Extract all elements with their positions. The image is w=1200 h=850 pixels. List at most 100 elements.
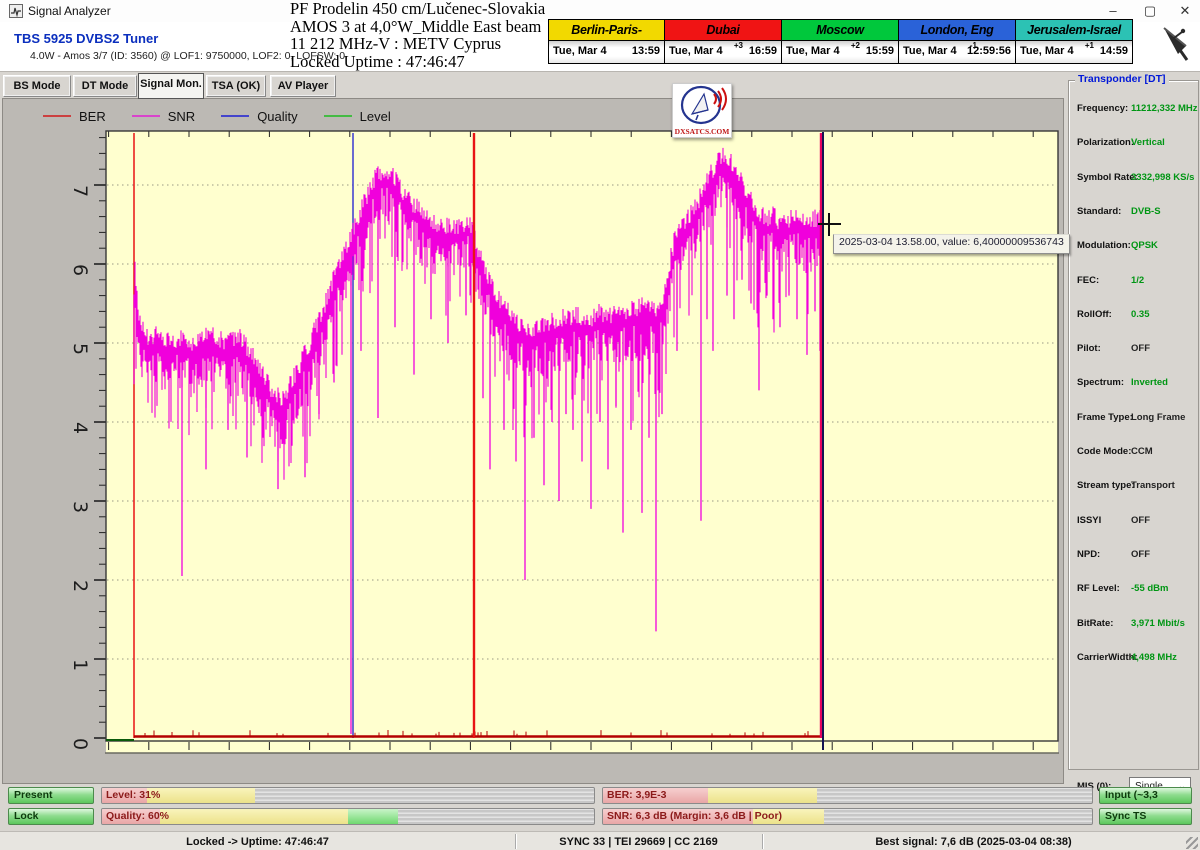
y-tick-label-7: 7 (69, 185, 91, 197)
resize-grip[interactable] (1186, 837, 1198, 849)
tp-value-6: 0.35 (1131, 309, 1150, 320)
clock-city: Dubai (665, 20, 781, 41)
tp-value-13: OFF (1131, 549, 1150, 560)
clock-2: Dubai Tue, Mar 4 +3 16:59 (665, 19, 782, 64)
status-divider (762, 834, 763, 849)
status-divider (515, 834, 516, 849)
clock-time: 14:59 (1100, 45, 1128, 57)
clock-time: 15:59 (866, 45, 894, 57)
present-indicator: Present (8, 787, 94, 804)
transponder-panel-title: Transponder [DT] (1075, 73, 1169, 85)
y-tick-label-2: 2 (69, 580, 91, 592)
tp-label-16: CarrierWidth: (1077, 652, 1138, 663)
tp-label-8: Spectrum: (1077, 377, 1124, 388)
clock-city: London, Eng (899, 20, 1015, 41)
tp-label-11: Stream type: (1077, 480, 1135, 491)
clock-time-row: Tue, Mar 4 +2 15:59 (782, 41, 898, 63)
clock-city: Berlin-Paris-Lučenec (549, 20, 664, 41)
tp-label-0: Frequency: (1077, 103, 1128, 114)
clock-date: Tue, Mar 4 (1020, 45, 1074, 57)
tp-value-10: CCM (1131, 446, 1153, 457)
tp-value-11: Transport (1131, 480, 1175, 491)
chart-panel: BERSNRQualityLevel 01234567 2025-03-04 1… (2, 98, 1064, 784)
snr-gauge-label: SNR: 6,3 dB (Margin: 3,6 dB | Poor) (607, 810, 782, 822)
tp-value-1: Vertical (1131, 137, 1165, 148)
tp-value-15: 3,971 Mbit/s (1131, 618, 1185, 629)
tp-value-2: 3332,998 KS/s (1131, 172, 1194, 183)
tab-dt-mode[interactable]: DT Mode (73, 75, 137, 97)
y-tick-label-0: 0 (69, 738, 91, 750)
tp-label-5: FEC: (1077, 275, 1099, 286)
satellite-dish-icon (1160, 24, 1194, 62)
tab-av-player[interactable]: AV Player (270, 75, 336, 97)
tp-value-7: OFF (1131, 343, 1150, 354)
app-icon (9, 4, 23, 18)
tp-label-3: Standard: (1077, 206, 1121, 217)
transponder-panel: Transponder [DT] Frequency:11212,332 MHz… (1068, 80, 1199, 770)
level-gauge: Level: 31% (101, 787, 595, 804)
tab-tsa-ok[interactable]: TSA (OK) (206, 75, 266, 97)
clock-time-row: Tue, Mar 413:59 (549, 41, 664, 63)
tp-value-0: 11212,332 MHz (1131, 103, 1198, 114)
y-tick-label-5: 5 (69, 343, 91, 355)
tuner-name: TBS 5925 DVBS2 Tuner (14, 31, 158, 46)
clock-city: Jerusalem-Israel (1016, 20, 1132, 41)
y-tick-label-1: 1 (69, 659, 91, 671)
world-clocks: Berlin-Paris-LučenecTue, Mar 413:59Dubai… (548, 19, 1133, 66)
status-bar: Locked -> Uptime: 47:46:47 SYNC 33 | TEI… (0, 831, 1200, 850)
tp-value-12: OFF (1131, 515, 1150, 526)
tp-value-4: QPSK (1131, 240, 1158, 251)
snr-gauge: SNR: 6,3 dB (Margin: 3,6 dB | Poor) (602, 808, 1093, 825)
tp-label-6: RollOff: (1077, 309, 1112, 320)
site-line-4: Locked Uptime : 47:46:47 (290, 53, 545, 71)
status-sync-counters: SYNC 33 | TEI 29669 | CC 2169 (515, 832, 762, 850)
clock-time-row: Tue, Mar 4 +3 16:59 (665, 41, 781, 63)
quality-gauge-fill (160, 809, 348, 824)
header-area: Signal Analyzer – ▢ ✕ TBS 5925 DVBS2 Tun… (0, 0, 1200, 72)
tab-signal-mon[interactable]: Signal Mon. (138, 73, 204, 99)
clock-4: London, EngTue, Mar 4-112:59:56 (899, 19, 1016, 64)
quality-gauge-label: Quality: 60% (106, 810, 169, 822)
clock-5: Jerusalem-IsraelTue, Mar 4+114:59 (1016, 19, 1133, 64)
sync-ts-button: Sync TS (1099, 808, 1192, 825)
tp-value-14: -55 dBm (1131, 583, 1168, 594)
window-title: Signal Analyzer (28, 4, 111, 18)
tp-label-15: BitRate: (1077, 618, 1113, 629)
tp-value-5: 1/2 (1131, 275, 1144, 286)
site-line-3: 11 212 MHz-V : METV Cyprus (290, 35, 545, 53)
clock-1: Berlin-Paris-LučenecTue, Mar 413:59 (548, 19, 665, 64)
ber-gauge-label: BER: 3,9E-3 (607, 789, 667, 801)
clock-time: 12:59:56 (967, 45, 1011, 57)
maximize-button[interactable]: ▢ (1133, 0, 1167, 22)
clock-date: Tue, Mar 4 (786, 45, 840, 57)
tab-bs-mode[interactable]: BS Mode (3, 75, 71, 97)
clock-time: 16:59 (749, 45, 777, 57)
site-description: PF Prodelin 450 cm/Lučenec-Slovakia AMOS… (290, 0, 545, 70)
tp-value-9: Long Frame (1131, 412, 1185, 423)
clock-date: Tue, Mar 4 (903, 45, 957, 57)
y-tick-label-6: 6 (69, 264, 91, 276)
clock-utc-offset: +3 (734, 41, 743, 50)
tp-label-10: Code Mode: (1077, 446, 1131, 457)
clock-utc-offset: +2 (851, 41, 860, 50)
site-line-2: AMOS 3 at 4,0°W_Middle East beam (290, 18, 545, 36)
tp-label-7: Pilot: (1077, 343, 1101, 354)
chart-tooltip: 2025-03-04 13.58.00, value: 6,4000000953… (833, 234, 1070, 254)
clock-date: Tue, Mar 4 (669, 45, 723, 57)
tp-value-16: 4,498 MHz (1131, 652, 1177, 663)
signal-plot[interactable]: 01234567 (3, 99, 1061, 781)
dxsatcs-logo-graphic (674, 84, 730, 126)
dxsatcs-logo-caption: DXSATCS.COM (673, 127, 731, 136)
tp-value-3: DVB-S (1131, 206, 1161, 217)
tp-label-9: Frame Type: (1077, 412, 1133, 423)
lock-indicator: Lock (8, 808, 94, 825)
ber-gauge: BER: 3,9E-3 (602, 787, 1093, 804)
close-button[interactable]: ✕ (1168, 0, 1200, 22)
tp-label-13: NPD: (1077, 549, 1100, 560)
status-uptime: Locked -> Uptime: 47:46:47 (0, 832, 515, 850)
clock-time-row: Tue, Mar 4+114:59 (1016, 41, 1132, 63)
signal-analyzer-window: Signal Analyzer – ▢ ✕ TBS 5925 DVBS2 Tun… (0, 0, 1200, 850)
y-tick-label-3: 3 (69, 501, 91, 513)
clock-time-row: Tue, Mar 4-112:59:56 (899, 41, 1015, 63)
clock-3: MoscowTue, Mar 4+215:59 (782, 19, 899, 64)
